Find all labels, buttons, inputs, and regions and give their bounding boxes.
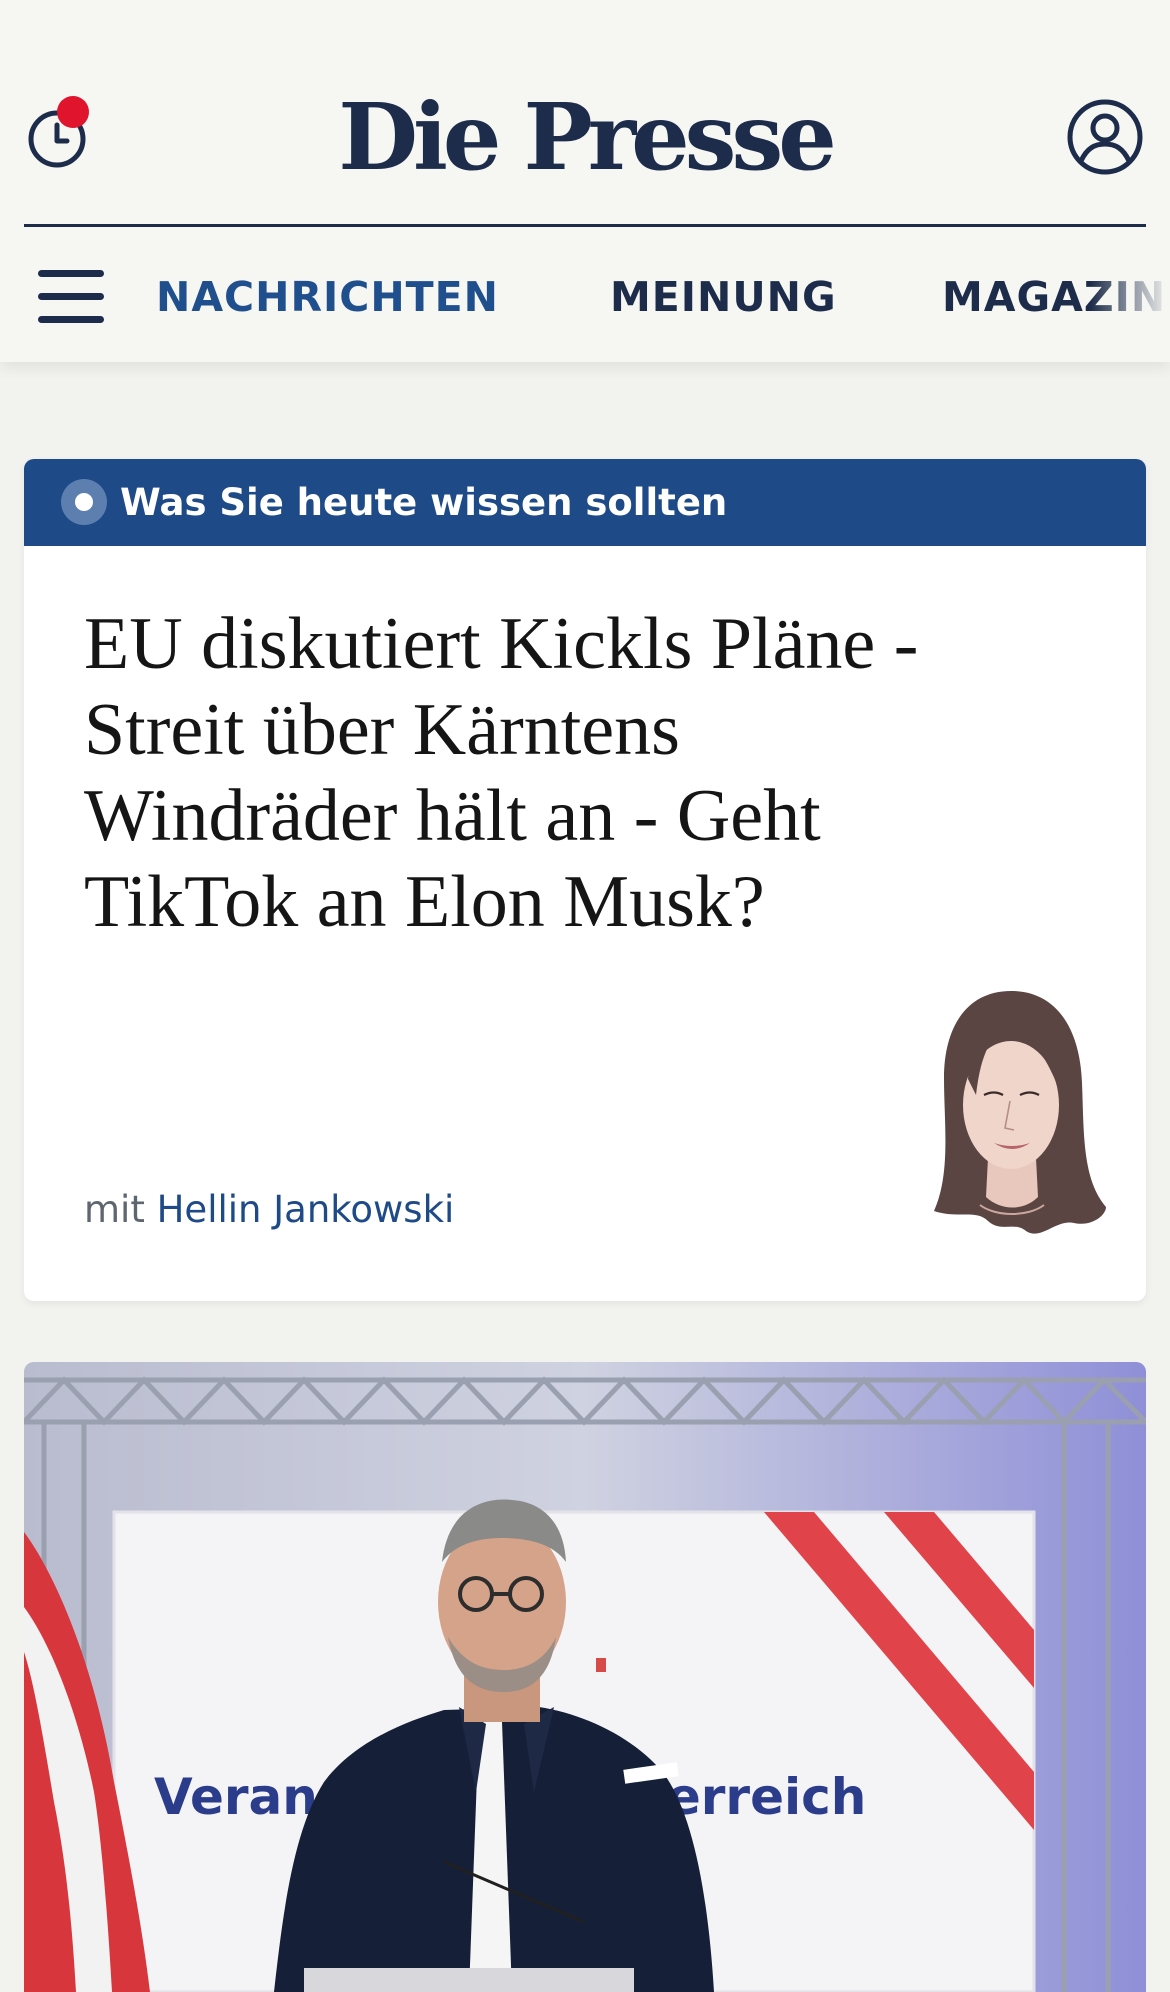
- nav-item-nachrichten[interactable]: NACHRICHTEN: [156, 272, 499, 322]
- header-divider: [24, 224, 1146, 227]
- menu-button[interactable]: [38, 270, 106, 324]
- article-hero-image[interactable]: Veranstaltung Österreich: [24, 1362, 1146, 1992]
- briefing-header-bar: Was Sie heute wissen sollten: [24, 459, 1146, 546]
- hero-photo: Veranstaltung Österreich: [24, 1362, 1146, 1992]
- author-avatar: [934, 991, 1106, 1234]
- author-name[interactable]: Hellin Jankowski: [157, 1188, 455, 1231]
- daily-briefing-card[interactable]: Was Sie heute wissen sollten EU diskutie…: [24, 459, 1146, 1301]
- briefing-label: Was Sie heute wissen sollten: [120, 481, 728, 524]
- nav-item-meinung[interactable]: MEINUNG: [610, 272, 837, 322]
- hamburger-icon-line-bottom: [38, 316, 104, 323]
- hamburger-icon-line-middle: [38, 293, 104, 300]
- nav-item-magazin[interactable]: MAGAZIN: [942, 272, 1170, 322]
- site-logo[interactable]: Die Presse: [0, 82, 1170, 192]
- site-header: Die Presse NACHRICHTEN MEINUNG MAGAZIN: [0, 0, 1170, 362]
- author-prefix: mit: [84, 1188, 145, 1231]
- user-circle-icon: [1067, 99, 1143, 175]
- briefing-headline[interactable]: EU diskutiert Kickls Pläne - Streit über…: [84, 601, 954, 945]
- author-byline: mit Hellin Jankowski: [84, 1185, 454, 1235]
- live-dot-icon: [61, 479, 107, 525]
- hamburger-icon-line-top: [38, 270, 104, 277]
- account-button[interactable]: [1066, 98, 1144, 176]
